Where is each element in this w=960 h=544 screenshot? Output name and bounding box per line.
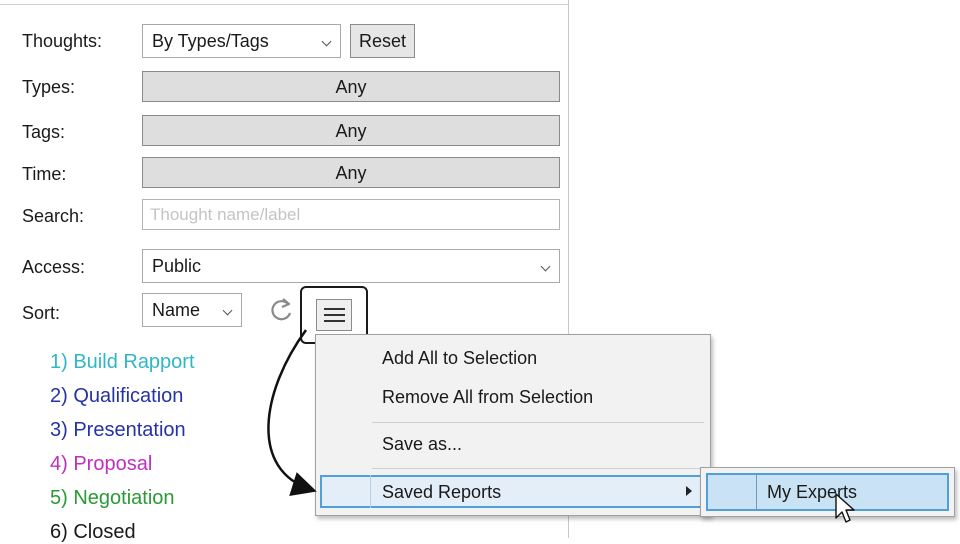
- sort-dropdown-value: Name: [152, 300, 201, 320]
- types-selector[interactable]: Any: [142, 71, 560, 102]
- menu-item-remove-all[interactable]: Remove All from Selection: [382, 386, 593, 408]
- menu-item-save-as[interactable]: Save as...: [382, 433, 462, 455]
- access-dropdown[interactable]: Public: [142, 249, 560, 283]
- thoughts-dropdown[interactable]: By Types/Tags: [142, 24, 341, 58]
- time-selector[interactable]: Any: [142, 157, 560, 188]
- submenu-item-my-experts[interactable]: My Experts: [767, 481, 857, 503]
- refresh-icon[interactable]: [268, 296, 296, 324]
- sort-label: Sort:: [22, 303, 61, 323]
- types-label: Types:: [22, 77, 76, 97]
- thoughts-label: Thoughts:: [22, 31, 103, 51]
- hamburger-menu-icon: [316, 299, 352, 331]
- submenu-gutter: [756, 473, 757, 511]
- chevron-right-icon: [686, 486, 692, 496]
- thoughts-dropdown-value: By Types/Tags: [152, 31, 269, 51]
- search-label: Search:: [22, 206, 85, 226]
- access-dropdown-value: Public: [152, 256, 202, 276]
- chevron-down-icon: [321, 36, 332, 47]
- menu-item-saved-reports-highlight[interactable]: [320, 475, 706, 508]
- menu-item-add-all[interactable]: Add All to Selection: [382, 347, 537, 369]
- tags-label: Tags:: [22, 122, 66, 142]
- chevron-down-icon: [540, 261, 551, 272]
- menu-separator: [372, 468, 704, 469]
- panel-top-divider: [0, 4, 568, 5]
- stage-list-item[interactable]: 4) Proposal: [50, 452, 152, 476]
- chevron-down-icon: [222, 305, 233, 316]
- access-label: Access:: [22, 257, 86, 277]
- stage-list-item[interactable]: 5) Negotiation: [50, 486, 175, 510]
- stage-list-item[interactable]: 1) Build Rapport: [50, 350, 195, 374]
- context-menu: Add All to Selection Remove All from Sel…: [315, 334, 711, 516]
- search-input[interactable]: [142, 199, 560, 230]
- stage-list-item[interactable]: 6) Closed: [50, 520, 136, 544]
- stage-list-item[interactable]: 3) Presentation: [50, 418, 186, 442]
- stage-list-item[interactable]: 2) Qualification: [50, 384, 183, 408]
- reset-button[interactable]: Reset: [350, 24, 415, 58]
- sort-dropdown[interactable]: Name: [142, 293, 242, 327]
- time-label: Time:: [22, 164, 67, 184]
- menu-gutter: [370, 475, 371, 508]
- menu-separator: [372, 422, 704, 423]
- menu-item-saved-reports[interactable]: Saved Reports: [382, 481, 501, 503]
- saved-reports-submenu: My Experts: [700, 467, 955, 517]
- tags-selector[interactable]: Any: [142, 115, 560, 146]
